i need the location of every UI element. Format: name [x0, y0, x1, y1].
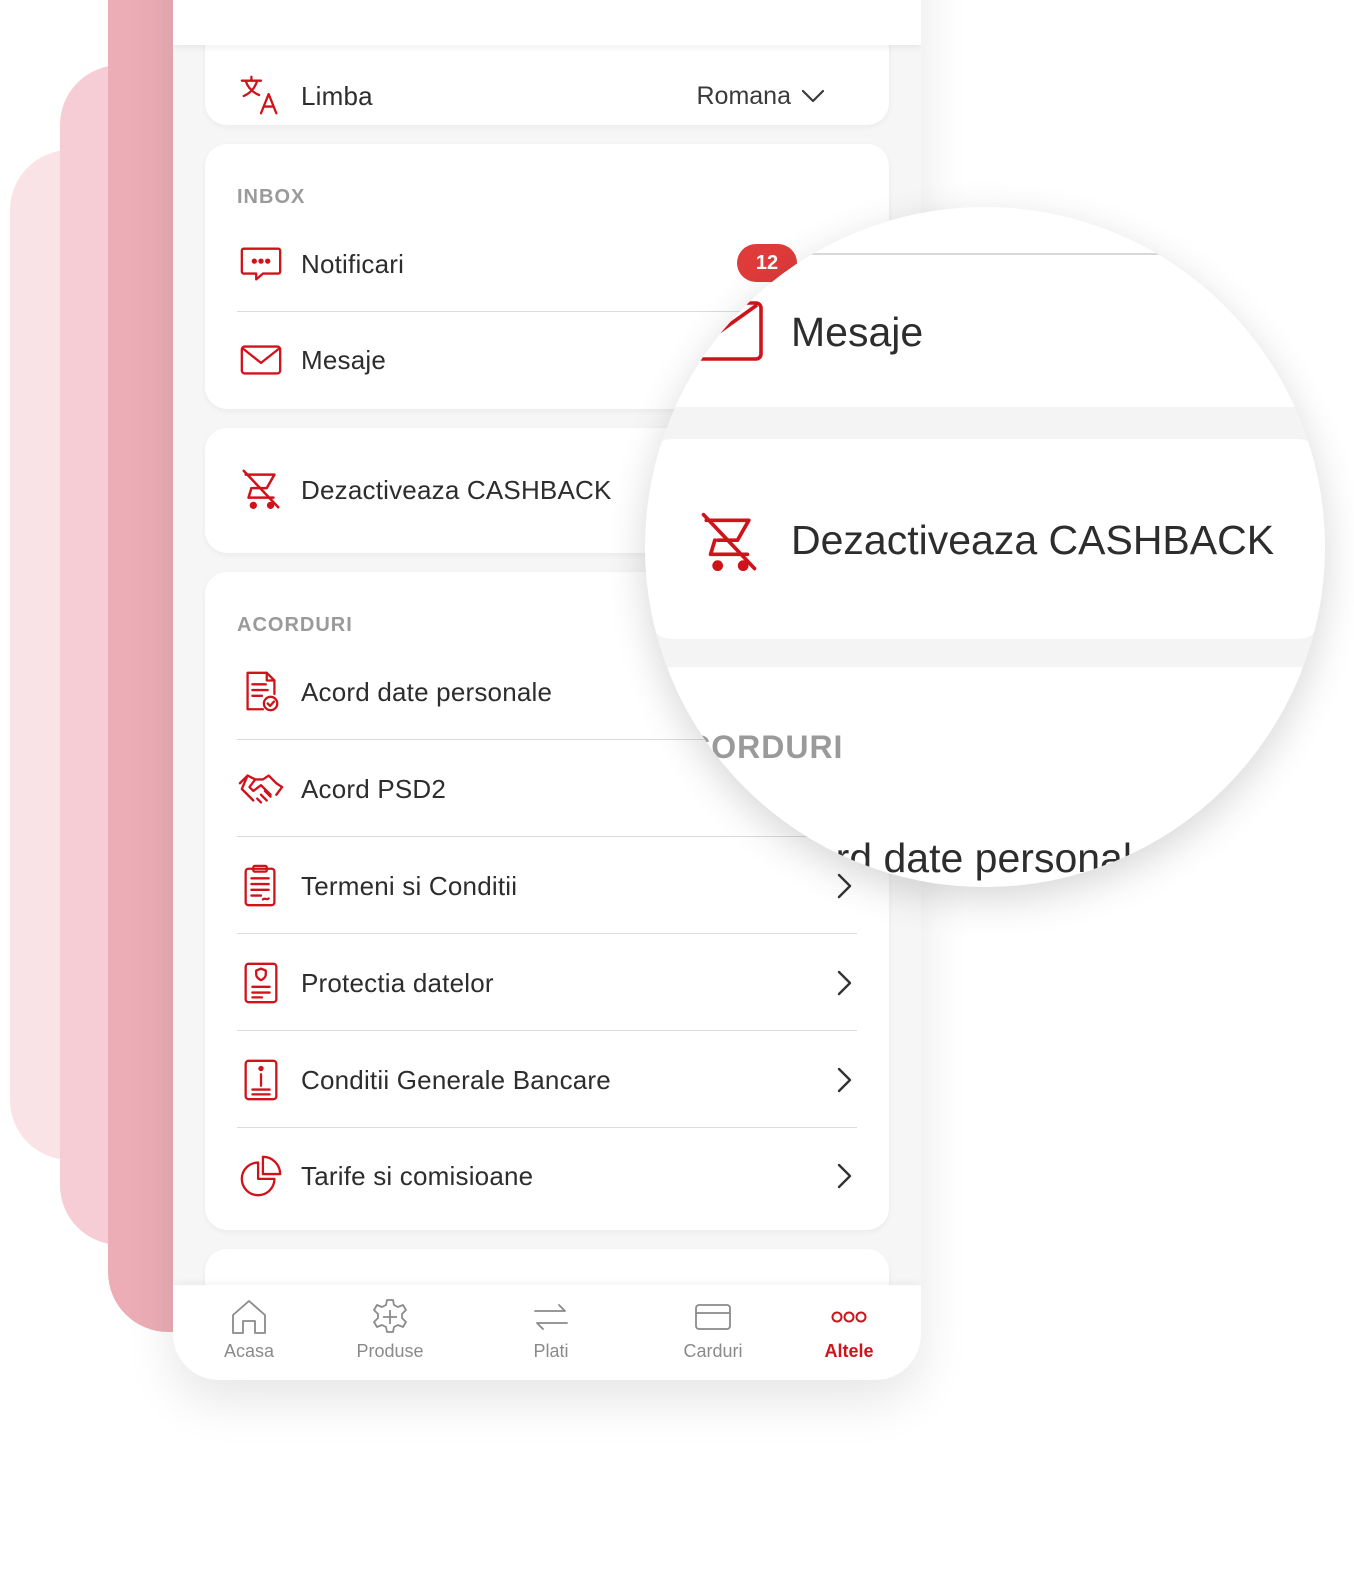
magnified-acorduri-card: ACORDURI Acord date personale — [645, 667, 1325, 887]
nav-plati-label: Plati — [533, 1341, 569, 1361]
nav-carduri-label: Carduri — [683, 1341, 743, 1361]
handshake-icon — [237, 765, 285, 813]
envelope-icon — [237, 336, 285, 384]
divider — [645, 253, 1325, 255]
more-dots-icon — [831, 1311, 867, 1323]
nav-altele[interactable]: Altele — [789, 1297, 909, 1362]
nav-produse-label: Produse — [356, 1341, 424, 1361]
tarife-comisioane-label: Tarife si comisioane — [301, 1160, 534, 1191]
language-selector[interactable]: Romana — [697, 82, 826, 111]
bottom-navigation: Acasa Produse Plati Carduri Altele — [173, 1285, 921, 1380]
language-value: Romana — [696, 81, 792, 110]
acord-psd2-label: Acord PSD2 — [301, 773, 447, 804]
protectia-datelor-label: Protectia datelor — [301, 967, 494, 998]
gear-plus-icon — [373, 1299, 407, 1333]
nav-acasa-label: Acasa — [223, 1341, 275, 1361]
card-icon — [695, 1304, 731, 1330]
notificari-label: Notificari — [301, 248, 405, 279]
shield-document-icon — [237, 959, 285, 1007]
magnified-acord-label: Acord date personale — [765, 835, 1155, 881]
magnified-cashback-label: Dezactiveaza CASHBACK — [791, 517, 1275, 563]
protectia-datelor-item[interactable]: Protectia datelor — [237, 959, 857, 1007]
chevron-right-icon — [837, 1163, 852, 1189]
magnified-cashback-card: Dezactiveaza CASHBACK — [645, 439, 1325, 639]
info-document-icon — [237, 1056, 285, 1104]
top-bar — [173, 0, 921, 45]
inbox-section-title: INBOX — [237, 186, 306, 208]
language-label: Limba — [301, 80, 373, 111]
tarife-comisioane-item[interactable]: Tarife si comisioane — [237, 1152, 857, 1200]
pie-chart-icon — [237, 1152, 285, 1200]
chevron-right-icon — [837, 1067, 852, 1093]
cashback-label: Dezactiveaza CASHBACK — [301, 474, 612, 505]
nav-plati[interactable]: Plati — [491, 1297, 611, 1362]
chevron-right-icon — [837, 970, 852, 996]
divider — [237, 1127, 857, 1128]
divider — [237, 1030, 857, 1031]
home-icon — [232, 1300, 266, 1334]
conditii-generale-label: Conditii Generale Bancare — [301, 1064, 611, 1095]
acord-date-personale-label: Acord date personale — [301, 676, 553, 707]
termeni-conditii-label: Termeni si Conditii — [301, 870, 518, 901]
language-row[interactable]: Limba Romana — [237, 72, 857, 120]
magnified-acorduri-title: ACORDURI — [663, 729, 844, 765]
divider — [237, 933, 857, 934]
transfer-arrows-icon — [534, 1304, 568, 1330]
cart-off-icon — [237, 466, 285, 514]
magnified-inbox-card: Mesaje — [645, 207, 1325, 407]
cart-off-icon — [701, 512, 757, 572]
envelope-icon — [685, 301, 763, 361]
nav-altele-label: Altele — [824, 1341, 874, 1361]
acorduri-section-title: ACORDURI — [237, 614, 353, 636]
nav-produse[interactable]: Produse — [330, 1297, 450, 1362]
clipboard-icon — [237, 862, 285, 910]
conditii-generale-item[interactable]: Conditii Generale Bancare — [237, 1056, 857, 1104]
magnifier-lens: Mesaje Dezactiveaza CASHBACK ACORDURI Ac… — [645, 207, 1325, 887]
chevron-down-icon — [801, 89, 825, 103]
chat-bubble-icon — [237, 240, 285, 288]
nav-acasa[interactable]: Acasa — [189, 1297, 309, 1362]
mesaje-label: Mesaje — [301, 344, 387, 375]
magnified-mesaje-label: Mesaje — [791, 309, 924, 355]
nav-carduri[interactable]: Carduri — [653, 1297, 773, 1362]
translate-icon — [237, 72, 285, 120]
document-check-icon — [237, 668, 285, 716]
stage: Limba Romana INBOX Notificari 12 — [0, 0, 1354, 1595]
